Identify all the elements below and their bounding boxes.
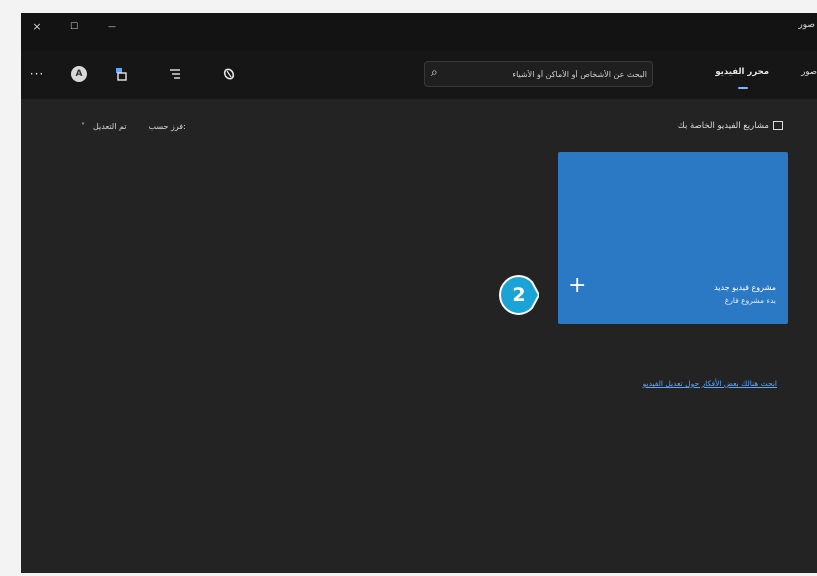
help-link[interactable]: ابحث هنالك بعض الأفكار حول تعديل الفيديو <box>643 379 777 388</box>
minimize-icon[interactable]: — <box>102 19 122 35</box>
section-title-text: مشاريع الفيديو الخاصة بك <box>677 121 769 131</box>
search-box[interactable]: ⌕ <box>424 61 653 87</box>
maximize-icon[interactable]: ☐ <box>64 19 84 35</box>
sort-dropdown[interactable]: ˅ تم التعديل فرز حسب: <box>81 122 186 131</box>
section-title: مشاريع الفيديو الخاصة بك <box>678 121 783 131</box>
plus-icon: + <box>568 273 587 298</box>
card-title: مشروع فيديو جديد <box>714 283 776 292</box>
avatar[interactable]: A <box>71 66 87 82</box>
sort-value: تم التعديل <box>93 122 127 131</box>
more-icon[interactable]: ··· <box>28 65 46 83</box>
step-number: 2 <box>512 284 526 306</box>
sort-label: فرز حسب: <box>148 122 186 131</box>
video-project-icon <box>773 121 783 130</box>
tab-photos[interactable]: صور <box>801 67 817 77</box>
active-tab-indicator <box>738 87 748 89</box>
chevron-down-icon: ˅ <box>81 122 85 131</box>
app-title: صور <box>798 20 815 30</box>
app-window: × ☐ — صور ··· A ⌕ البحث عن الأشخاص أو ال… <box>21 13 817 573</box>
new-video-project-card[interactable]: + مشروع فيديو جديد بدء مشروع فارغ <box>558 152 788 324</box>
edit-icon[interactable] <box>220 65 238 83</box>
card-subtitle: بدء مشروع فارغ <box>724 296 776 305</box>
tab-video-editor[interactable]: محرر الفيديو <box>715 67 769 77</box>
title-bar: × ☐ — صور <box>21 13 817 51</box>
search-input[interactable] <box>449 62 647 86</box>
toolbar: ··· A ⌕ محرر الفيديو صو <box>21 51 817 99</box>
filter-icon[interactable] <box>166 65 184 83</box>
search-icon[interactable]: ⌕ <box>431 65 438 80</box>
import-icon[interactable] <box>112 65 130 83</box>
close-icon[interactable]: × <box>27 19 47 35</box>
